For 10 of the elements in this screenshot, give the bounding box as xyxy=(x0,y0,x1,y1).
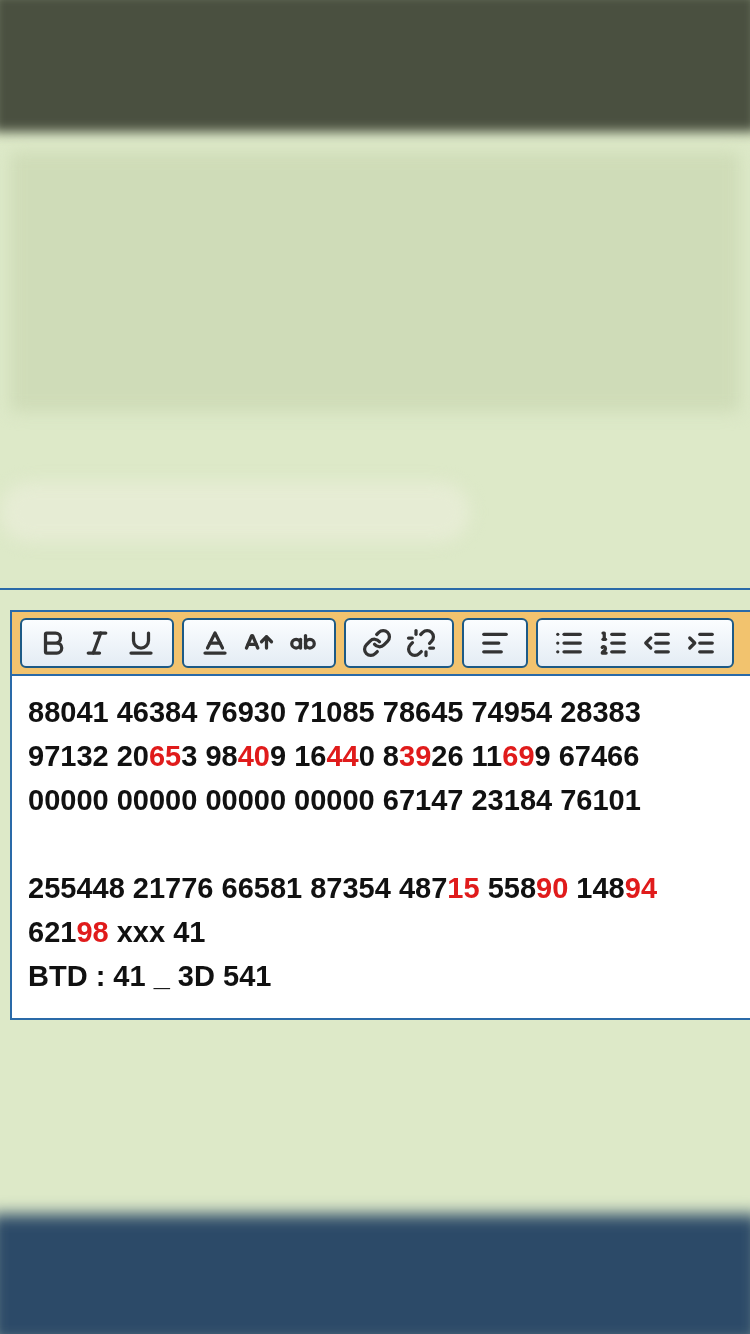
editor-text-line: 88041 46384 76930 71085 78645 74954 28383 xyxy=(28,695,642,730)
numbered-list-button[interactable] xyxy=(598,628,628,658)
editor-text-line: BTD : 41 _ 3D 541 xyxy=(28,959,273,994)
link-button[interactable] xyxy=(362,628,392,658)
editor-text-line: 00000 00000 00000 00000 67147 23184 76101 xyxy=(28,783,642,818)
editor-text-line: 62198 xxx 41 xyxy=(28,915,207,950)
text-editor[interactable]: 88041 46384 76930 71085 78645 74954 28383 97132 20653 98409 16440 83926 11699 67466 00000 00000 00000 00000 67147 23184 76101 255448 21776 66581 87354 48715 55890 14894 62198 xxx 41 BTD : 41 _ 3D 541 xyxy=(10,610,750,1020)
editor-text-line: 97132 20653 98409 16440 83926 11699 67466 xyxy=(28,739,641,774)
unlink-button[interactable] xyxy=(406,628,436,658)
editor-text-line: 255448 21776 66581 87354 48715 55890 14894 xyxy=(28,871,658,906)
